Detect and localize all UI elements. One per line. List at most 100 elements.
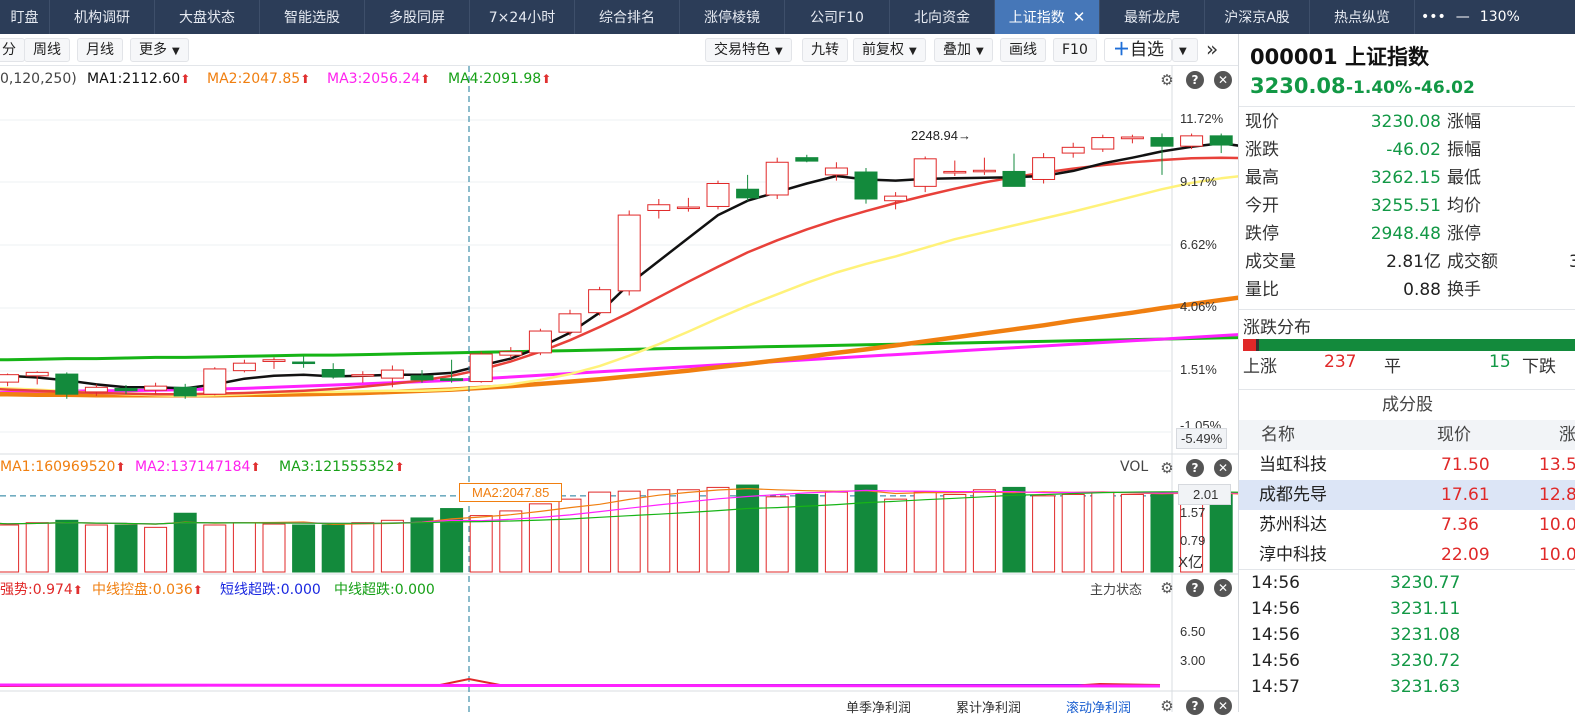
vol-ma1-label: MA1:160969520⬆ <box>0 459 126 475</box>
close-icon[interactable]: ✕ <box>1214 71 1232 89</box>
ma-params-label: 0,120,250) <box>0 71 77 87</box>
tick-price: 3231.08 <box>1390 625 1461 645</box>
quarter-profit-tab[interactable]: 单季净利润 <box>846 697 911 716</box>
vol-ma3-label: MA3:121555352⬆ <box>279 459 405 475</box>
candle-body <box>1032 157 1056 180</box>
up-count: 237 <box>1324 352 1357 372</box>
tab-item[interactable]: 公司F10 <box>785 0 890 34</box>
more-icon[interactable]: ••• <box>1421 9 1446 25</box>
help-icon[interactable]: ? <box>1186 579 1204 597</box>
draw-line-button[interactable]: 画线 <box>1000 38 1046 62</box>
tab-item[interactable]: 沪深京A股 <box>1205 0 1310 34</box>
nine-turn-button[interactable]: 九转 <box>802 38 848 62</box>
candle-body <box>499 351 523 356</box>
kline-svg[interactable] <box>0 66 1238 712</box>
volume-bar <box>1002 486 1026 573</box>
help-icon[interactable]: ? <box>1186 71 1204 89</box>
minimize-icon[interactable]: — <box>1456 9 1470 25</box>
quote-value: 2.81亿 <box>1386 252 1441 272</box>
settings-gear-icon[interactable]: ⚙ <box>1158 579 1176 597</box>
cumulative-profit-tab[interactable]: 累计净利润 <box>956 697 1021 716</box>
tab-item[interactable]: 热点纵览 <box>1310 0 1415 34</box>
settings-gear-icon[interactable]: ⚙ <box>1158 697 1176 715</box>
tab-item[interactable]: 涨停棱镜 <box>680 0 785 34</box>
down-label: 下跌 <box>1522 357 1556 377</box>
component-change: 13.5 <box>1539 455 1575 475</box>
caret-down-icon: ▼ <box>775 46 783 57</box>
adjust-dropdown[interactable]: 前复权 ▼ <box>853 38 926 62</box>
up-arrow-icon: ⬆ <box>250 460 261 474</box>
axis-label: 1.51% <box>1180 362 1217 377</box>
settings-gear-icon[interactable]: ⚙ <box>1158 459 1176 477</box>
component-name: 淳中科技 <box>1259 545 1327 565</box>
overlay-dropdown[interactable]: 叠加 ▼ <box>934 38 993 62</box>
help-icon[interactable]: ? <box>1186 697 1204 715</box>
tab-item[interactable]: 机构调研 <box>50 0 155 34</box>
period-button-week[interactable]: 周线 <box>24 38 70 62</box>
components-header: 名称 现价 涨 <box>1239 420 1575 450</box>
volume-bar <box>913 491 937 573</box>
up-arrow-icon: ⬆ <box>192 583 203 597</box>
watchlist-dropdown[interactable]: ▼ <box>1172 38 1198 62</box>
tab-label: 盯盘 <box>10 10 39 26</box>
tab-item[interactable]: 上证指数 ✕ <box>995 0 1100 34</box>
tick-price: 3230.72 <box>1390 651 1461 671</box>
help-icon[interactable]: ? <box>1186 459 1204 477</box>
vol-unit-label: X亿 <box>1178 554 1204 571</box>
expand-panel-icon[interactable]: » <box>1206 37 1218 61</box>
candle-body <box>144 385 168 391</box>
quote-row: 最高 3262.15 最低 <box>1239 164 1575 192</box>
candle-body <box>84 386 108 393</box>
trading-features-dropdown[interactable]: 交易特色 ▼ <box>705 38 792 62</box>
candle-body <box>380 369 404 379</box>
close-icon[interactable]: ✕ <box>1214 459 1232 477</box>
tab-item[interactable]: 大盘状态 <box>155 0 260 34</box>
add-watchlist-button[interactable]: ＋自选 <box>1104 38 1172 62</box>
period-button-month[interactable]: 月线 <box>77 38 123 62</box>
volume-bar <box>144 526 168 573</box>
more-periods-dropdown[interactable]: 更多 ▼ <box>130 38 189 62</box>
component-row[interactable]: 苏州科达 7.36 10.0 <box>1239 510 1575 540</box>
candle-body <box>1209 135 1233 146</box>
close-icon[interactable]: ✕ <box>1214 579 1232 597</box>
zoom-level[interactable]: 130% <box>1480 9 1520 25</box>
volume-bar <box>736 484 760 573</box>
settings-gear-icon[interactable]: ⚙ <box>1158 71 1176 89</box>
component-row[interactable]: 当虹科技 71.50 13.5 <box>1239 450 1575 480</box>
tab-item[interactable]: 最新龙虎 <box>1100 0 1205 34</box>
close-tab-icon[interactable]: ✕ <box>1073 8 1086 26</box>
tab-item[interactable]: 7×24小时 <box>470 0 575 34</box>
quote-row: 今开 3255.51 均价 <box>1239 192 1575 220</box>
component-name: 当虹科技 <box>1259 455 1327 475</box>
up-arrow-icon: ⬆ <box>300 72 311 86</box>
tab-item[interactable]: 北向资金 <box>890 0 995 34</box>
kline-chart-area[interactable]: 0,120,250) MA1:2112.60⬆ MA2:2047.85⬆ MA3… <box>0 66 1238 716</box>
volume-bar <box>292 524 316 573</box>
tab-item[interactable]: 智能选股 <box>260 0 365 34</box>
plus-icon: ＋ <box>1113 40 1130 60</box>
distribution-up-fill <box>1243 339 1259 351</box>
tab-item[interactable]: 综合排名 <box>575 0 680 34</box>
ma3-label: MA3:2056.24⬆ <box>327 71 431 87</box>
volume-bar <box>647 489 671 573</box>
tab-label: 大盘状态 <box>179 10 235 26</box>
rolling-profit-tab[interactable]: 滚动净利润 <box>1066 697 1131 716</box>
component-price: 7.36 <box>1441 515 1479 535</box>
axis-label: 1.57 <box>1180 505 1206 520</box>
distribution-title: 涨跌分布 <box>1243 318 1311 338</box>
quote-label: 成交额 <box>1447 252 1498 272</box>
volume-bar <box>1061 493 1085 573</box>
header-change: 涨 <box>1559 425 1575 445</box>
ma4-line <box>0 336 1238 362</box>
f10-button[interactable]: F10 <box>1053 38 1097 62</box>
tab-item[interactable]: 多股同屏 <box>365 0 470 34</box>
volume-bar <box>854 484 878 573</box>
quote-row: 现价 3230.08 涨幅 <box>1239 108 1575 136</box>
component-row[interactable]: 成都先导 17.61 12.8 <box>1239 480 1575 510</box>
tick-time: 14:56 <box>1251 625 1300 645</box>
component-row[interactable]: 淳中科技 22.09 10.0 <box>1239 540 1575 570</box>
close-icon[interactable]: ✕ <box>1214 697 1232 715</box>
tab-item[interactable]: 盯盘 <box>0 0 50 34</box>
vol-ma2-label: MA2:137147184⬆ <box>135 459 261 475</box>
period-button-minute[interactable]: 分 <box>0 38 25 62</box>
